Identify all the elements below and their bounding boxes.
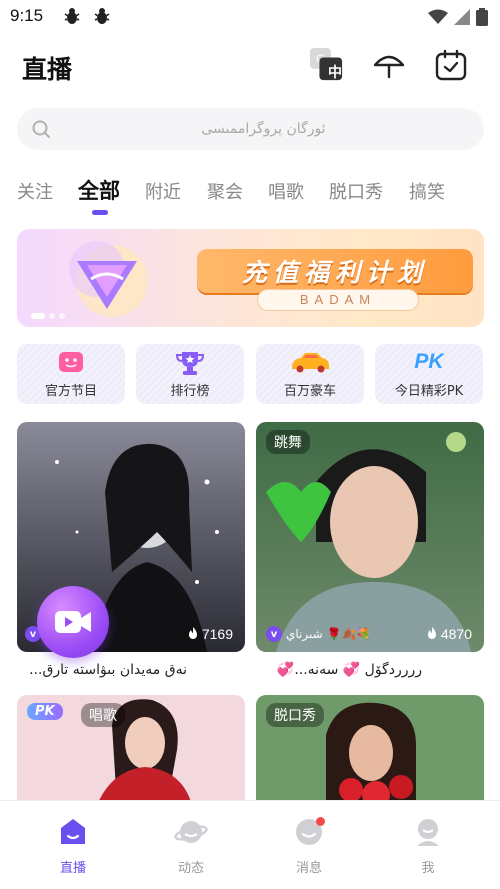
quick-luxury-car[interactable]: 百万豪车 (256, 344, 364, 404)
live-home-icon (56, 815, 90, 849)
tab-party[interactable]: 聚会 (207, 178, 243, 204)
pagination-dot (59, 313, 65, 319)
stream-thumbnail (256, 422, 484, 652)
status-time: 9:15 (10, 6, 44, 25)
nav-label: 消息 (295, 861, 322, 876)
pagination-dot (31, 313, 45, 319)
nav-feed[interactable]: 动态 (151, 815, 231, 876)
wifi-icon (428, 9, 448, 24)
streamer-name-text: شىرناي 🌹🍂💐 (286, 627, 372, 641)
verified-badge: v (266, 626, 282, 642)
translate-badge: 中 (328, 65, 342, 81)
tab-follow[interactable]: 关注 (17, 178, 53, 204)
signal-icon (454, 9, 470, 25)
start-live-button[interactable] (37, 586, 109, 658)
category-tabs: 关注 全部 附近 聚会 唱歌 脱口秀 搞笑 (0, 172, 500, 216)
planet-icon (174, 815, 208, 849)
nav-me[interactable]: 我 (388, 815, 468, 876)
tab-indicator (92, 210, 108, 215)
tab-funny[interactable]: 搞笑 (409, 178, 445, 204)
calendar-check-icon[interactable] (434, 48, 468, 82)
banner-subtitle: BADAM (299, 292, 377, 307)
tab-talkshow[interactable]: 脱口秀 (329, 178, 383, 204)
banner-title: 充值福利计划 (241, 258, 428, 287)
banner-pagination (31, 313, 65, 319)
pk-icon: PK (414, 350, 444, 373)
nav-label: 我 (421, 861, 435, 876)
quick-official-program[interactable]: 官方节目 (17, 344, 125, 404)
trophy-icon (136, 350, 244, 375)
category-tag: 跳舞 (266, 430, 310, 454)
profile-icon (411, 815, 445, 849)
header: 直播 G 中 (0, 40, 500, 96)
unread-badge (316, 817, 325, 826)
translate-icon[interactable]: G 中 (310, 48, 344, 82)
viewer-count-value: 7169 (201, 626, 233, 642)
fire-icon (188, 627, 197, 639)
quick-label: 排行榜 (170, 384, 210, 399)
live-card[interactable]: PK 唱歌 (17, 695, 245, 805)
fire-icon (427, 627, 436, 639)
status-indicators (428, 8, 488, 26)
quick-today-pk[interactable]: PK 今日精彩PK (375, 344, 483, 404)
search-input[interactable] (67, 108, 460, 150)
status-bar: 9:15 (0, 0, 500, 36)
viewer-count: 7169 (187, 626, 233, 642)
quick-label: 百万豪车 (283, 384, 336, 399)
umbrella-icon[interactable] (372, 48, 406, 82)
live-card[interactable]: 跳舞 v شىرناي 🌹🍂💐 4870 (256, 422, 484, 652)
bug-icon (62, 6, 82, 31)
quick-label: 今日精彩PK (394, 384, 464, 399)
gem-icon (69, 241, 148, 317)
category-tag: 唱歌 (81, 703, 125, 727)
pagination-dot (49, 313, 55, 319)
nav-label: 动态 (177, 861, 204, 876)
search-bar[interactable] (17, 108, 484, 150)
card-caption: نەق مەيدان بىۋاستە تارق... (29, 662, 187, 678)
live-card[interactable]: 脱口秀 (256, 695, 484, 805)
nav-live[interactable]: 直播 (33, 815, 113, 876)
promo-banner[interactable]: 充值福利计划 BADAM (17, 229, 484, 327)
page-title: 直播 (22, 55, 73, 84)
search-icon (32, 120, 50, 138)
tab-all[interactable]: 全部 (78, 175, 120, 205)
quick-ranking[interactable]: 排行榜 (136, 344, 244, 404)
video-camera-icon (55, 611, 91, 633)
car-icon (256, 350, 364, 374)
tab-nearby[interactable]: 附近 (145, 178, 181, 204)
bottom-nav: 直播 动态 消息 我 (0, 800, 500, 889)
tv-icon (17, 350, 125, 374)
viewer-count-value: 4870 (440, 626, 472, 642)
nav-label: 直播 (59, 861, 86, 876)
tab-singing[interactable]: 唱歌 (268, 178, 304, 204)
quick-label: 官方节目 (44, 384, 97, 399)
pk-badge: PK (27, 703, 63, 720)
bug-icon (92, 6, 112, 31)
streamer-name: v شىرناي 🌹🍂💐 (266, 626, 371, 642)
battery-icon (476, 8, 488, 26)
card-caption: رررردگۆل 💞 سەنە...💞 (276, 662, 422, 678)
category-tag: 脱口秀 (266, 703, 324, 727)
chat-icon (292, 815, 326, 849)
nav-messages[interactable]: 消息 (269, 815, 349, 876)
banner-title-box: 充值福利计划 (197, 249, 473, 293)
viewer-count: 4870 (426, 626, 472, 642)
banner-subtitle-box: BADAM (257, 289, 419, 311)
